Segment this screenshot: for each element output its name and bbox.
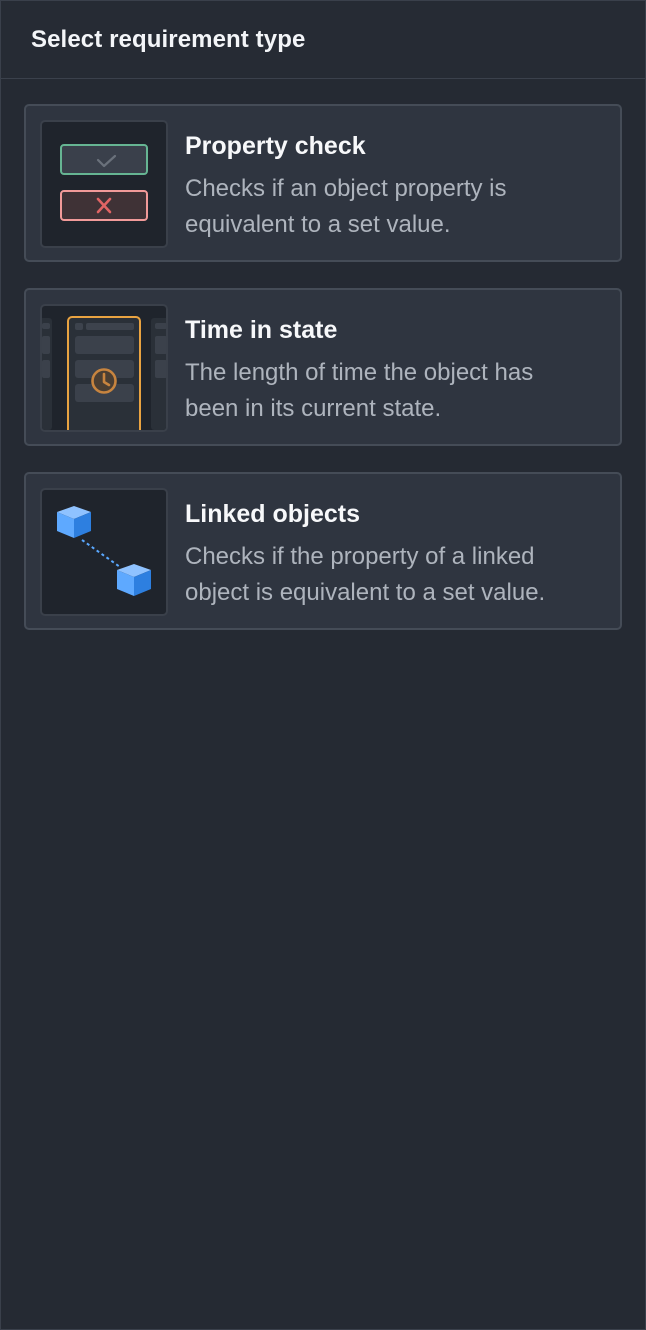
right-column-chip — [155, 323, 166, 329]
clock-icon — [91, 368, 117, 394]
panel-title: Select requirement type — [31, 25, 306, 53]
cube-icon — [57, 506, 91, 538]
true-value-box — [60, 144, 148, 175]
left-column-chip — [42, 323, 50, 329]
time-in-state-illustration — [40, 304, 168, 432]
linked-objects-option[interactable]: Linked objects Checks if the property of… — [24, 472, 622, 630]
option-description: Checks if the property of a linked objec… — [185, 543, 546, 606]
requirement-type-list: Property check Checks if an object prope… — [1, 79, 645, 630]
property-check-option[interactable]: Property check Checks if an object prope… — [24, 104, 622, 262]
linked-objects-graphic — [57, 506, 151, 596]
option-title: Time in state — [185, 316, 338, 344]
left-column-card — [42, 336, 50, 354]
cube-icon — [117, 564, 151, 596]
property-check-illustration — [40, 120, 168, 248]
right-column-card — [155, 336, 166, 354]
link-line — [81, 539, 121, 568]
panel-header: Select requirement type — [1, 1, 645, 79]
left-column-card — [42, 360, 50, 378]
option-title: Property check — [185, 132, 366, 160]
linked-objects-illustration — [40, 488, 168, 616]
option-description: Checks if an object property is equivale… — [185, 175, 507, 238]
time-in-state-option[interactable]: Time in state The length of time the obj… — [24, 288, 622, 446]
property-check-graphic — [60, 144, 148, 221]
right-column-card — [155, 360, 166, 378]
option-title: Linked objects — [185, 500, 361, 528]
time-in-state-graphic — [42, 316, 166, 430]
column-header-dot — [75, 323, 83, 330]
requirement-type-panel: Select requirement type Property check C… — [0, 0, 646, 1330]
column-card — [75, 336, 134, 354]
column-header-bar — [86, 323, 134, 330]
option-description: The length of time the object has been i… — [185, 359, 534, 422]
